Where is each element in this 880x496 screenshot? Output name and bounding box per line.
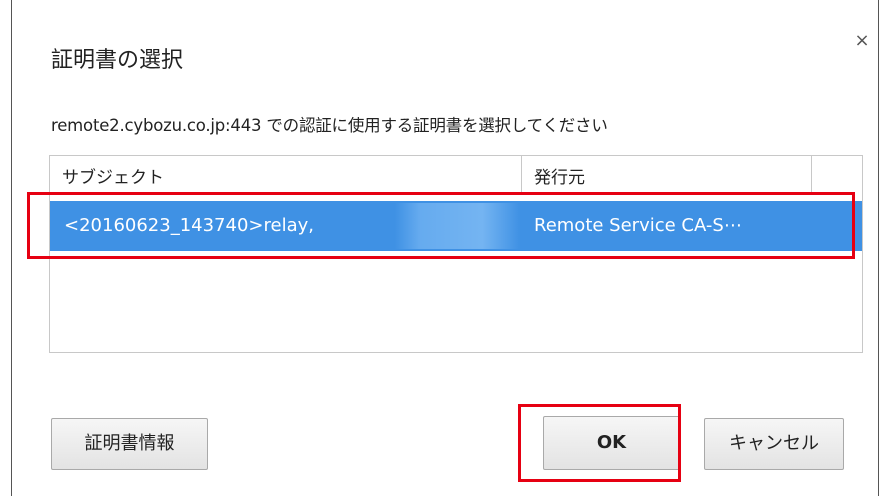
cancel-button[interactable]: キャンセル (704, 418, 844, 470)
redacted-area (395, 203, 520, 249)
certificate-issuer: Remote Service CA-S⋯ (534, 215, 742, 236)
column-header-issuer[interactable]: 発行元 (522, 156, 812, 193)
certificate-subject: <20160623_143740>relay, (64, 215, 314, 236)
close-icon[interactable]: × (851, 30, 873, 52)
certificate-table: サブジェクト 発行元 <20160623_143740>relay, Remot… (49, 155, 863, 353)
ok-button[interactable]: OK (543, 416, 680, 470)
dialog-title: 証明書の選択 (51, 48, 184, 73)
certificate-selection-dialog: × 証明書の選択 remote2.cybozu.co.jp:443 での認証に使… (11, 0, 879, 496)
certificate-row-selected[interactable]: <20160623_143740>relay, Remote Service C… (50, 201, 862, 251)
column-header-subject[interactable]: サブジェクト (50, 156, 522, 193)
certificate-info-button[interactable]: 証明書情報 (51, 418, 208, 470)
dialog-message: remote2.cybozu.co.jp:443 での認証に使用する証明書を選択… (51, 116, 608, 135)
